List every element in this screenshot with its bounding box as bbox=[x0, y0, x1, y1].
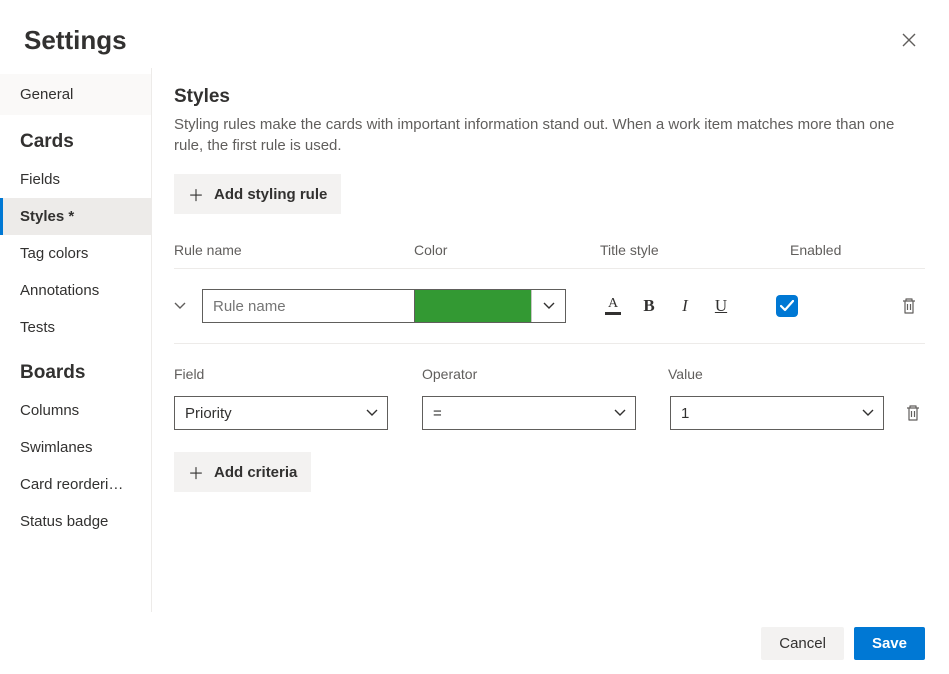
bold-button[interactable]: B bbox=[638, 293, 660, 319]
delete-rule-button[interactable] bbox=[897, 294, 921, 318]
plus-icon: ＋ bbox=[188, 460, 204, 484]
section-description: Styling rules make the cards with import… bbox=[174, 114, 925, 156]
field-select-value: Priority bbox=[185, 405, 232, 422]
criteria-column-headers: Field Operator Value bbox=[174, 366, 925, 382]
value-select[interactable]: 1 bbox=[636, 396, 884, 430]
add-criteria-button[interactable]: ＋ Add criteria bbox=[174, 452, 311, 492]
rule-column-headers: Rule name Color Title style Enabled bbox=[174, 242, 925, 258]
dialog-footer: Cancel Save bbox=[737, 613, 949, 674]
rule-name-input[interactable] bbox=[202, 289, 415, 323]
add-styling-rule-label: Add styling rule bbox=[214, 186, 327, 203]
color-dropdown-button[interactable] bbox=[531, 290, 565, 322]
color-picker[interactable] bbox=[414, 289, 566, 323]
chevron-down-icon bbox=[543, 302, 555, 310]
criteria-row: Priority = 1 bbox=[174, 396, 925, 430]
check-icon bbox=[780, 300, 794, 312]
enabled-column bbox=[776, 294, 925, 318]
sidebar-item[interactable]: Columns bbox=[0, 392, 151, 429]
sidebar-group-cards: Cards bbox=[0, 115, 151, 161]
font-color-button[interactable]: A bbox=[602, 293, 624, 319]
chevron-down-icon bbox=[174, 302, 186, 310]
add-styling-rule-button[interactable]: ＋ Add styling rule bbox=[174, 174, 341, 214]
title-style-buttons: A B I U bbox=[602, 293, 740, 319]
plus-icon: ＋ bbox=[188, 182, 204, 206]
cancel-button[interactable]: Cancel bbox=[761, 627, 844, 660]
underline-button[interactable]: U bbox=[710, 293, 732, 319]
sidebar-item-general[interactable]: General bbox=[0, 74, 151, 115]
sidebar-item[interactable]: Status badge bbox=[0, 503, 151, 540]
trash-icon bbox=[901, 297, 917, 315]
expand-toggle[interactable] bbox=[174, 302, 202, 310]
dialog-header: Settings bbox=[0, 0, 949, 68]
col-header-value: Value bbox=[668, 366, 925, 382]
trash-icon bbox=[905, 404, 921, 422]
font-color-icon: A bbox=[605, 297, 621, 315]
col-header-color: Color bbox=[414, 242, 600, 258]
sidebar-item[interactable]: Tag colors bbox=[0, 235, 151, 272]
col-header-operator: Operator bbox=[422, 366, 668, 382]
col-header-rulename: Rule name bbox=[174, 242, 414, 258]
operator-select-value: = bbox=[433, 405, 442, 422]
delete-criteria-button[interactable] bbox=[904, 401, 921, 425]
color-swatch bbox=[415, 290, 531, 322]
add-criteria-label: Add criteria bbox=[214, 464, 297, 481]
col-header-field: Field bbox=[174, 366, 422, 382]
sidebar-item[interactable]: Fields bbox=[0, 161, 151, 198]
dialog-title: Settings bbox=[24, 25, 127, 56]
save-button[interactable]: Save bbox=[854, 627, 925, 660]
dialog-body: General Cards FieldsStyles *Tag colorsAn… bbox=[0, 68, 949, 612]
sidebar-item[interactable]: Card reorderi… bbox=[0, 466, 151, 503]
close-button[interactable] bbox=[893, 24, 925, 56]
value-select-value: 1 bbox=[681, 405, 689, 422]
sidebar: General Cards FieldsStyles *Tag colorsAn… bbox=[0, 68, 152, 612]
col-header-enabled: Enabled bbox=[790, 242, 925, 258]
rule-row: A B I U bbox=[174, 268, 925, 344]
operator-select[interactable]: = bbox=[388, 396, 636, 430]
close-icon bbox=[902, 33, 916, 47]
content-area: Styles Styling rules make the cards with… bbox=[152, 68, 949, 612]
enabled-checkbox[interactable] bbox=[776, 295, 798, 317]
italic-button[interactable]: I bbox=[674, 293, 696, 319]
sidebar-item[interactable]: Styles * bbox=[0, 198, 151, 235]
sidebar-group-boards: Boards bbox=[0, 346, 151, 392]
sidebar-item[interactable]: Tests bbox=[0, 309, 151, 346]
field-select[interactable]: Priority bbox=[174, 396, 388, 430]
sidebar-item[interactable]: Swimlanes bbox=[0, 429, 151, 466]
section-title: Styles bbox=[174, 86, 925, 108]
col-header-titlestyle: Title style bbox=[600, 242, 790, 258]
sidebar-item[interactable]: Annotations bbox=[0, 272, 151, 309]
